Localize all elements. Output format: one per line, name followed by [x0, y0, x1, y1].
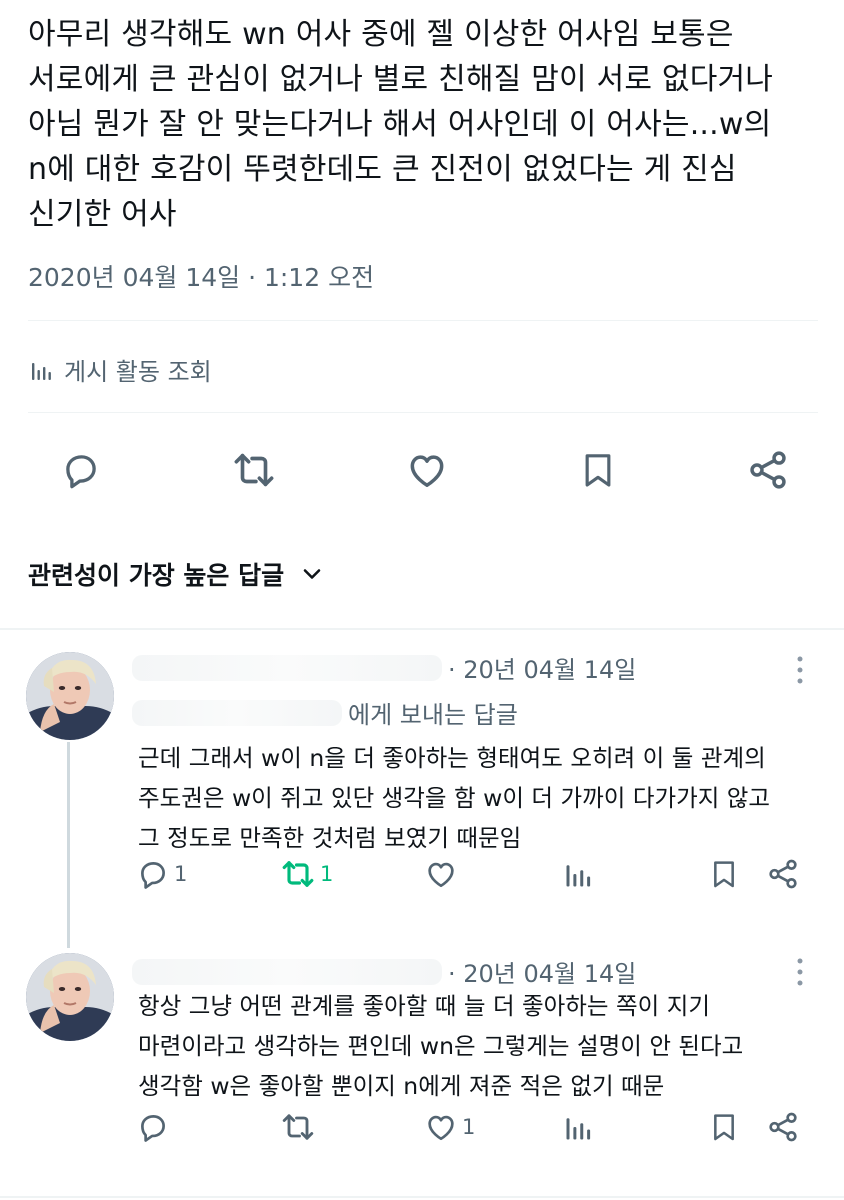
bookmark-button[interactable] — [708, 857, 740, 891]
reply-text: 근데 그래서 w이 n을 더 좋아하는 형태여도 오히려 이 둘 관계의 주도권… — [138, 738, 770, 858]
more-icon[interactable] — [790, 956, 810, 993]
bookmark-icon — [708, 1110, 740, 1144]
reply-button[interactable] — [136, 1110, 174, 1144]
reply-date[interactable]: · 20년 04월 14일 — [448, 650, 636, 685]
like-button[interactable]: 1 — [424, 1110, 475, 1144]
repost-button[interactable]: 1 — [280, 856, 333, 892]
analytics-icon — [564, 1112, 594, 1142]
post-timestamp[interactable]: 2020년 04월 14일 · 1:12 오전 — [28, 258, 374, 294]
analytics-icon — [564, 859, 594, 889]
like-icon[interactable] — [405, 448, 449, 492]
bookmark-icon — [708, 857, 740, 891]
reply-text: 항상 그냥 어떤 관계를 좋아할 때 늘 더 좋아하는 쪽이 지기 마련이라고 … — [138, 986, 743, 1106]
reply-icon[interactable] — [60, 449, 102, 491]
divider — [0, 628, 844, 630]
reply-sort-dropdown[interactable]: 관련성이 가장 높은 답글 — [28, 556, 324, 592]
post-analytics-link[interactable]: 게시 활동 조회 — [30, 352, 212, 387]
reply-meta: · 20년 04월 14일 — [132, 650, 636, 685]
divider — [28, 320, 818, 321]
reply-icon — [136, 857, 170, 891]
reply-text-line: 생각함 w은 좋아할 뿐이지 n에게 져준 적은 없기 때문 — [138, 1072, 665, 1100]
like-icon — [424, 1110, 458, 1144]
reply-button[interactable]: 1 — [136, 857, 187, 891]
redacted-author-name[interactable] — [132, 958, 442, 985]
repost-button[interactable] — [280, 1109, 320, 1145]
reply-text-line: 근데 그래서 w이 n을 더 좋아하는 형태여도 오히려 이 둘 관계의 — [138, 744, 766, 772]
share-button[interactable] — [766, 857, 800, 891]
repost-icon — [280, 1109, 316, 1145]
reply-icon — [136, 1110, 170, 1144]
post-text-line: 아무리 생각해도 wn 어사 중에 젤 이상한 어사임 보통은 — [28, 17, 734, 52]
repost-icon[interactable] — [231, 447, 277, 493]
reply-to-line: 에게 보내는 답글 — [132, 695, 518, 730]
analytics-button[interactable] — [564, 859, 594, 889]
reply-text-line: 마련이라고 생각하는 편인데 wn은 그렇게는 설명이 안 된다고 — [138, 1032, 744, 1060]
more-icon[interactable] — [790, 654, 810, 691]
post-text-line: n에 대한 호감이 뚜렷한데도 큰 진전이 없었다는 게 진심 — [28, 152, 737, 187]
reply-count: 1 — [174, 862, 188, 886]
avatar[interactable] — [26, 652, 114, 740]
repost-icon — [280, 856, 316, 892]
reply-text-line: 그 정도로 만족한 것처럼 보였기 때문임 — [138, 824, 522, 852]
redacted-replied-user[interactable] — [132, 699, 342, 726]
reply-text-line: 주도권은 w이 쥐고 있단 생각을 함 w이 더 가까이 다가가지 않고 — [138, 784, 771, 812]
post-text-line: 서로에게 큰 관심이 없거나 별로 친해질 맘이 서로 없다거나 — [28, 62, 774, 97]
like-count: 1 — [462, 1115, 476, 1139]
analytics-button[interactable] — [564, 1112, 594, 1142]
analytics-icon — [30, 358, 54, 382]
divider — [0, 1196, 844, 1198]
reply-meta: · 20년 04월 14일 — [132, 954, 636, 989]
reply-to-suffix: 에게 보내는 답글 — [348, 701, 518, 729]
share-icon[interactable] — [746, 448, 790, 492]
reply-text-line: 항상 그냥 어떤 관계를 좋아할 때 늘 더 좋아하는 쪽이 지기 — [138, 992, 710, 1020]
post-action-bar — [60, 442, 790, 498]
share-icon — [766, 1110, 800, 1144]
post-text-line: 아님 뭔가 잘 안 맞는다거나 해서 어사인데 이 어사는...w의 — [28, 107, 772, 142]
post-text-line: 신기한 어사 — [28, 197, 177, 232]
post-text: 아무리 생각해도 wn 어사 중에 젤 이상한 어사임 보통은 서로에게 큰 관… — [28, 12, 828, 237]
bookmark-icon[interactable] — [578, 449, 618, 491]
repost-count: 1 — [320, 862, 334, 886]
sort-label: 관련성이 가장 높은 답글 — [28, 561, 285, 590]
like-button[interactable] — [424, 857, 462, 891]
bookmark-button[interactable] — [708, 1110, 740, 1144]
analytics-label: 게시 활동 조회 — [64, 358, 212, 386]
reply-date[interactable]: · 20년 04월 14일 — [448, 954, 636, 989]
divider — [28, 412, 818, 413]
share-icon — [766, 857, 800, 891]
redacted-author-name[interactable] — [132, 654, 442, 681]
chevron-down-icon — [300, 562, 324, 586]
like-icon — [424, 857, 458, 891]
avatar[interactable] — [26, 953, 114, 1041]
thread-connector-line — [67, 742, 70, 948]
share-button[interactable] — [766, 1110, 800, 1144]
